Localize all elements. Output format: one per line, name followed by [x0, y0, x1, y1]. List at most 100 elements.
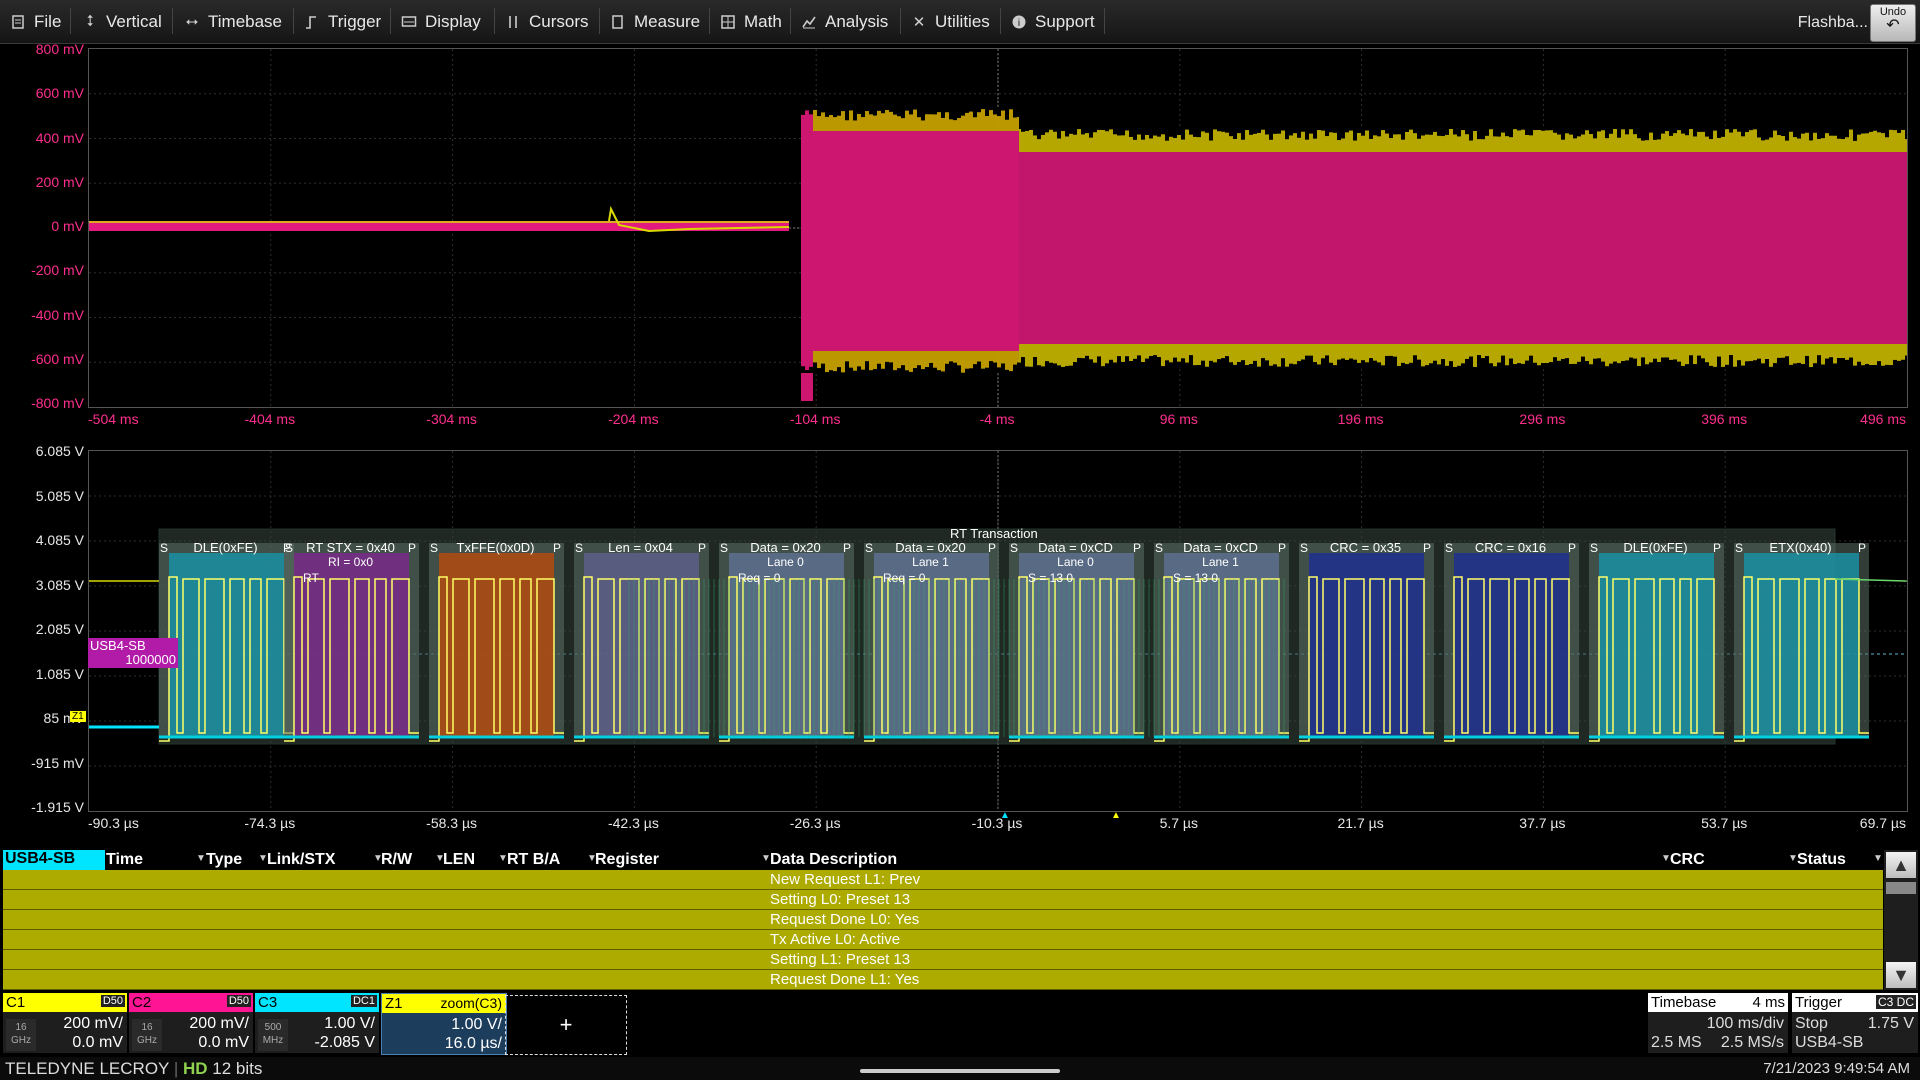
undo-button[interactable]: Undo ↶	[1870, 4, 1916, 42]
y-axis-label: 400 mV	[35, 129, 84, 146]
menu-divider	[1104, 8, 1105, 34]
menu-analysis[interactable]: Analysis	[801, 0, 888, 43]
scroll-down-button[interactable]: ▼	[1886, 962, 1916, 988]
channel-scale: 200 mV/	[63, 1015, 123, 1032]
channel-descriptor-c3[interactable]: C3 DC1 500 MHz 1.00 V/ -2.085 V	[255, 993, 379, 1053]
menu-utilities[interactable]: ✕ Utilities	[911, 0, 990, 43]
channel-descriptor-c2[interactable]: C2 D50 16 GHz 200 mV/ 0.0 mV	[129, 993, 253, 1053]
col-rw[interactable]: R/W	[381, 851, 412, 869]
trigger-mode: Stop	[1795, 1015, 1828, 1032]
stop-marker: P	[1277, 541, 1286, 555]
y-axis-label: 3.085 V	[35, 576, 84, 593]
start-marker: S	[574, 541, 583, 555]
trigger-descriptor[interactable]: Trigger C3 DC Stop 1.75 V USB4-SB	[1792, 993, 1918, 1053]
support-icon: i	[1011, 14, 1027, 30]
timebase-rate: 2.5 MS/s	[1720, 1034, 1784, 1051]
table-scrollbar[interactable]: ▲ ▼	[1884, 850, 1918, 990]
chevron-up-icon: ▲	[1892, 854, 1910, 875]
y-axis-label: 2.085 V	[35, 621, 84, 637]
z1-channel-marker[interactable]: Z1	[70, 711, 86, 722]
col-type[interactable]: Type	[206, 851, 242, 869]
packet-label[interactable]: Data = 0x20	[732, 540, 839, 555]
horizontal-scroll-indicator[interactable]	[860, 1069, 1060, 1073]
menu-display[interactable]: Display	[401, 0, 481, 43]
top-waveform-canvas	[89, 49, 1907, 407]
chevron-down-icon: ▼	[1892, 964, 1910, 985]
packet-label[interactable]: Data = 0x20	[877, 540, 984, 555]
x-axis-label: -42.3 µs	[607, 815, 659, 831]
start-marker: S	[1009, 541, 1018, 555]
top-waveform-grid[interactable]: C2	[88, 48, 1908, 408]
col-protocol[interactable]: USB4-SB	[3, 850, 105, 870]
add-channel-button[interactable]: +	[505, 995, 627, 1055]
y-axis-label: -1.915 V	[31, 799, 84, 815]
table-row[interactable]: Tx Active L0: Active	[3, 930, 1883, 950]
timebase-descriptor[interactable]: Timebase 4 ms 100 ms/div 2.5 MS 2.5 MS/s	[1648, 993, 1788, 1053]
table-row[interactable]: Setting L0: Preset 13	[3, 890, 1883, 910]
col-rt-ba[interactable]: RT B/A	[507, 851, 560, 869]
transaction-label: RT Transaction	[950, 526, 1038, 541]
plus-icon: +	[559, 1012, 573, 1037]
decoder-name: USB4-SB	[90, 638, 146, 653]
packet-label[interactable]: Data = 0xCD	[1167, 540, 1274, 555]
flashback-button[interactable]: Flashba...	[1798, 14, 1868, 32]
stop-marker: P	[1422, 541, 1431, 555]
channel-descriptor-c1[interactable]: C1 D50 16 GHz 200 mV/ 0.0 mV	[3, 993, 127, 1053]
channel-header: C1 D50	[3, 993, 127, 1012]
table-row[interactable]: New Request L1: Prev	[3, 870, 1883, 890]
col-register[interactable]: Register	[595, 851, 659, 869]
packet-sublabel: S = 13 0	[1028, 571, 1074, 585]
menu-cursors[interactable]: Cursors	[505, 0, 589, 43]
c2-trace-burst1	[801, 131, 1019, 351]
menu-measure[interactable]: Measure	[610, 0, 700, 43]
packet-label[interactable]: DLE(0xFE)	[172, 540, 279, 555]
col-time-dropdown-icon[interactable]: ▼	[196, 853, 206, 864]
menu-math[interactable]: Math	[720, 0, 782, 43]
packet-label[interactable]: CRC = 0x35	[1312, 540, 1419, 555]
menu-file-label: File	[34, 11, 62, 31]
channel-descriptor-z1[interactable]: Z1 zoom(C3) 1.00 V/ 16.0 µs/	[381, 993, 507, 1055]
col-len[interactable]: LEN	[443, 851, 475, 869]
scroll-thumb[interactable]	[1886, 882, 1916, 894]
menu-trigger[interactable]: Trigger	[304, 0, 381, 43]
start-marker: S	[284, 541, 293, 555]
col-crc[interactable]: CRC	[1670, 851, 1705, 869]
col-data-description[interactable]: Data Description	[770, 851, 897, 869]
x-axis-label: 53.7 µs	[1701, 815, 1748, 831]
y-axis-label: 0 mV	[51, 218, 84, 234]
menu-support[interactable]: i Support	[1011, 0, 1095, 43]
packet-label[interactable]: Len = 0x04	[587, 540, 694, 555]
menu-timebase[interactable]: ⭤ Timebase	[184, 0, 282, 43]
y-axis-label: 800 mV	[35, 41, 84, 57]
x-axis-label: -10.3 µs	[971, 815, 1023, 831]
table-row[interactable]: Request Done L1: Yes	[3, 970, 1883, 990]
trigger-icon	[304, 14, 320, 30]
channel-offset: -2.085 V	[314, 1034, 375, 1051]
col-status[interactable]: Status	[1797, 851, 1846, 869]
channel-coupling: DC1	[350, 995, 377, 1007]
col-link-stx[interactable]: Link/STX	[267, 851, 335, 869]
stop-marker: P	[987, 541, 996, 555]
packet-label[interactable]: TxFFE(0x0D)	[442, 540, 549, 555]
packet-label[interactable]: DLE(0xFE)	[1602, 540, 1709, 555]
menu-file[interactable]: File	[10, 0, 61, 43]
bottom-zoom-grid[interactable]	[88, 450, 1908, 812]
decoder-label[interactable]: USB4-SB 1000000	[88, 638, 178, 668]
packet-label[interactable]: ETX(0x40)	[1747, 540, 1854, 555]
scroll-up-button[interactable]: ▲	[1886, 852, 1916, 878]
bit-depth: 12 bits	[212, 1059, 263, 1078]
display-icon	[401, 14, 417, 30]
menu-vertical[interactable]: ⭥ Vertical	[82, 0, 162, 43]
menu-bar: File ⭥ Vertical ⭤ Timebase Trigger Displ…	[0, 0, 1920, 44]
x-axis-label: 21.7 µs	[1337, 815, 1384, 831]
packet-label[interactable]: RT STX = 0x40	[297, 540, 404, 555]
table-row[interactable]: Request Done L0: Yes	[3, 910, 1883, 930]
col-status-dropdown-icon[interactable]: ▼	[1873, 853, 1883, 864]
y-axis-label: 4.085 V	[35, 532, 84, 548]
packet-label[interactable]: Data = 0xCD	[1022, 540, 1129, 555]
x-axis-label: -58.3 µs	[426, 815, 478, 831]
table-row[interactable]: Setting L1: Preset 13	[3, 950, 1883, 970]
col-time[interactable]: Time	[106, 851, 143, 869]
packet-label[interactable]: CRC = 0x16	[1457, 540, 1564, 555]
decode-table[interactable]: USB4-SB Time ▼ Type ▼ Link/STX ▼ R/W ▼ L…	[3, 850, 1883, 990]
